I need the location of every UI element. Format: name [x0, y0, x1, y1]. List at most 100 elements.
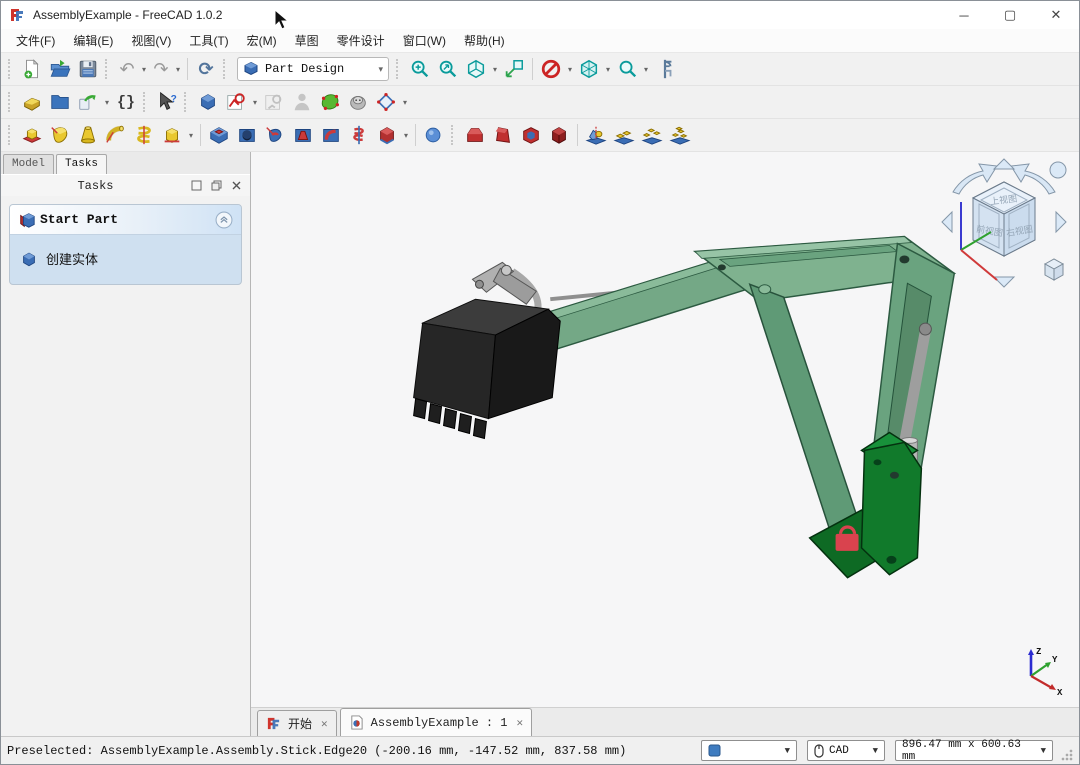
additive-helix-icon[interactable]: [130, 121, 158, 149]
texture-view-icon[interactable]: [575, 55, 603, 83]
menu-partdesign[interactable]: 零件设计: [328, 29, 394, 52]
3d-viewport[interactable]: 上视图 前视图 右视图: [251, 152, 1079, 707]
pad-icon[interactable]: [18, 121, 46, 149]
zoom-in-icon[interactable]: [406, 55, 434, 83]
toolbar-drag-handle[interactable]: [184, 92, 189, 112]
create-datum-icon[interactable]: [372, 88, 400, 116]
whats-this-icon[interactable]: ?: [153, 88, 181, 116]
create-body-icon[interactable]: [194, 88, 222, 116]
attach-sketch-icon[interactable]: [288, 88, 316, 116]
polar-pattern-icon[interactable]: [638, 121, 666, 149]
menu-file[interactable]: 文件(F): [7, 29, 64, 52]
create-datum-caret-icon[interactable]: ▾: [400, 98, 410, 107]
boolean-icon[interactable]: [545, 121, 573, 149]
chamfer-icon[interactable]: [461, 121, 489, 149]
merge-sketch-icon[interactable]: [344, 88, 372, 116]
new-document-icon[interactable]: [18, 55, 46, 83]
overlay-style-dropdown[interactable]: ▼: [701, 740, 797, 761]
toolbar-drag-handle[interactable]: [105, 59, 110, 79]
toolbar-drag-handle[interactable]: [8, 59, 13, 79]
zoom-tools-icon[interactable]: [613, 55, 641, 83]
draw-style-caret-icon[interactable]: ▾: [565, 65, 575, 74]
menu-help[interactable]: 帮助(H): [455, 29, 514, 52]
menu-sketch[interactable]: 草图: [286, 29, 328, 52]
measure-icon[interactable]: [651, 55, 679, 83]
redo-icon[interactable]: ↷: [149, 55, 173, 83]
viewport-dimension-dropdown[interactable]: 896.47 mm x 600.63 mm ▼: [895, 740, 1053, 761]
linear-pattern-icon[interactable]: [610, 121, 638, 149]
zoom-selection-icon[interactable]: [434, 55, 462, 83]
create-sketch-caret-icon[interactable]: ▾: [250, 98, 260, 107]
toolbar-drag-handle[interactable]: [143, 92, 148, 112]
menu-tools[interactable]: 工具(T): [180, 29, 237, 52]
close-button[interactable]: ✕: [1033, 1, 1079, 29]
save-document-icon[interactable]: [74, 55, 102, 83]
draw-style-icon[interactable]: [537, 55, 565, 83]
undo-caret-icon[interactable]: ▾: [139, 65, 149, 74]
create-part-icon[interactable]: [18, 88, 46, 116]
toolbar-drag-handle[interactable]: [396, 59, 401, 79]
additive-loft-icon[interactable]: [74, 121, 102, 149]
subtractive-primitive-caret-icon[interactable]: ▾: [401, 131, 411, 140]
multitransform-icon[interactable]: [666, 121, 694, 149]
subtractive-loft-icon[interactable]: [289, 121, 317, 149]
start-part-header[interactable]: Start Part: [10, 205, 241, 235]
tab-tasks[interactable]: Tasks: [56, 154, 107, 174]
draft-icon[interactable]: [489, 121, 517, 149]
groove-icon[interactable]: [261, 121, 289, 149]
mirrored-icon[interactable]: [582, 121, 610, 149]
isometric-view-icon[interactable]: [462, 55, 490, 83]
thickness-icon[interactable]: [517, 121, 545, 149]
maximize-button[interactable]: ▢: [987, 1, 1033, 29]
tab-assembly-document[interactable]: AssemblyExample : 1 ✕: [340, 708, 532, 736]
revolution-icon[interactable]: [46, 121, 74, 149]
subtractive-primitive-icon[interactable]: [373, 121, 401, 149]
additive-pipe-icon[interactable]: [102, 121, 130, 149]
resize-grip[interactable]: [1061, 749, 1073, 761]
minimize-button[interactable]: ─: [941, 1, 987, 29]
refresh-icon[interactable]: ⟳: [192, 55, 220, 83]
tab-model[interactable]: Model: [3, 154, 54, 174]
fillet-icon[interactable]: [420, 121, 448, 149]
navigation-style-dropdown[interactable]: CAD ▼: [807, 740, 885, 761]
toolbar-drag-handle[interactable]: [8, 92, 13, 112]
toolbar-drag-handle[interactable]: [8, 125, 13, 145]
validate-sketch-icon[interactable]: [316, 88, 344, 116]
create-sketch-icon[interactable]: [222, 88, 250, 116]
menu-macro[interactable]: 宏(M): [238, 29, 286, 52]
dock-minimize-icon[interactable]: [188, 178, 204, 194]
collapse-section-icon[interactable]: [215, 211, 233, 229]
make-link-icon[interactable]: [74, 88, 102, 116]
toolbar-drag-handle[interactable]: [451, 125, 456, 145]
create-solid-item[interactable]: 创建实体: [10, 235, 241, 284]
menu-windows[interactable]: 窗口(W): [394, 29, 455, 52]
tab-close-icon[interactable]: ✕: [321, 717, 328, 731]
workbench-selector[interactable]: Part Design ▾: [237, 57, 389, 81]
view-caret-icon[interactable]: ▾: [490, 65, 500, 74]
create-group-icon[interactable]: [46, 88, 74, 116]
redo-caret-icon[interactable]: ▾: [173, 65, 183, 74]
edit-sketch-icon[interactable]: [260, 88, 288, 116]
menu-edit[interactable]: 编辑(E): [64, 29, 122, 52]
fit-selection-icon[interactable]: [500, 55, 528, 83]
dock-float-icon[interactable]: [208, 178, 224, 194]
subtractive-helix-icon[interactable]: [345, 121, 373, 149]
navigation-cube[interactable]: 上视图 前视图 右视图: [939, 158, 1069, 288]
pocket-icon[interactable]: [205, 121, 233, 149]
additive-primitive-icon[interactable]: [158, 121, 186, 149]
texture-view-caret-icon[interactable]: ▾: [603, 65, 613, 74]
open-document-icon[interactable]: [46, 55, 74, 83]
make-link-caret-icon[interactable]: ▾: [102, 98, 112, 107]
partdesign-workbench-icon: [243, 61, 259, 77]
hole-icon[interactable]: [233, 121, 261, 149]
menu-view[interactable]: 视图(V): [122, 29, 180, 52]
expression-editor-icon[interactable]: {}: [112, 88, 140, 116]
undo-icon[interactable]: ↶: [115, 55, 139, 83]
dock-close-icon[interactable]: [228, 178, 244, 194]
tab-close-icon[interactable]: ✕: [516, 716, 523, 730]
subtractive-pipe-icon[interactable]: [317, 121, 345, 149]
toolbar-drag-handle[interactable]: [223, 59, 228, 79]
zoom-tools-caret-icon[interactable]: ▾: [641, 65, 651, 74]
additive-primitive-caret-icon[interactable]: ▾: [186, 131, 196, 140]
tab-start-page[interactable]: 开始 ✕: [257, 710, 337, 736]
